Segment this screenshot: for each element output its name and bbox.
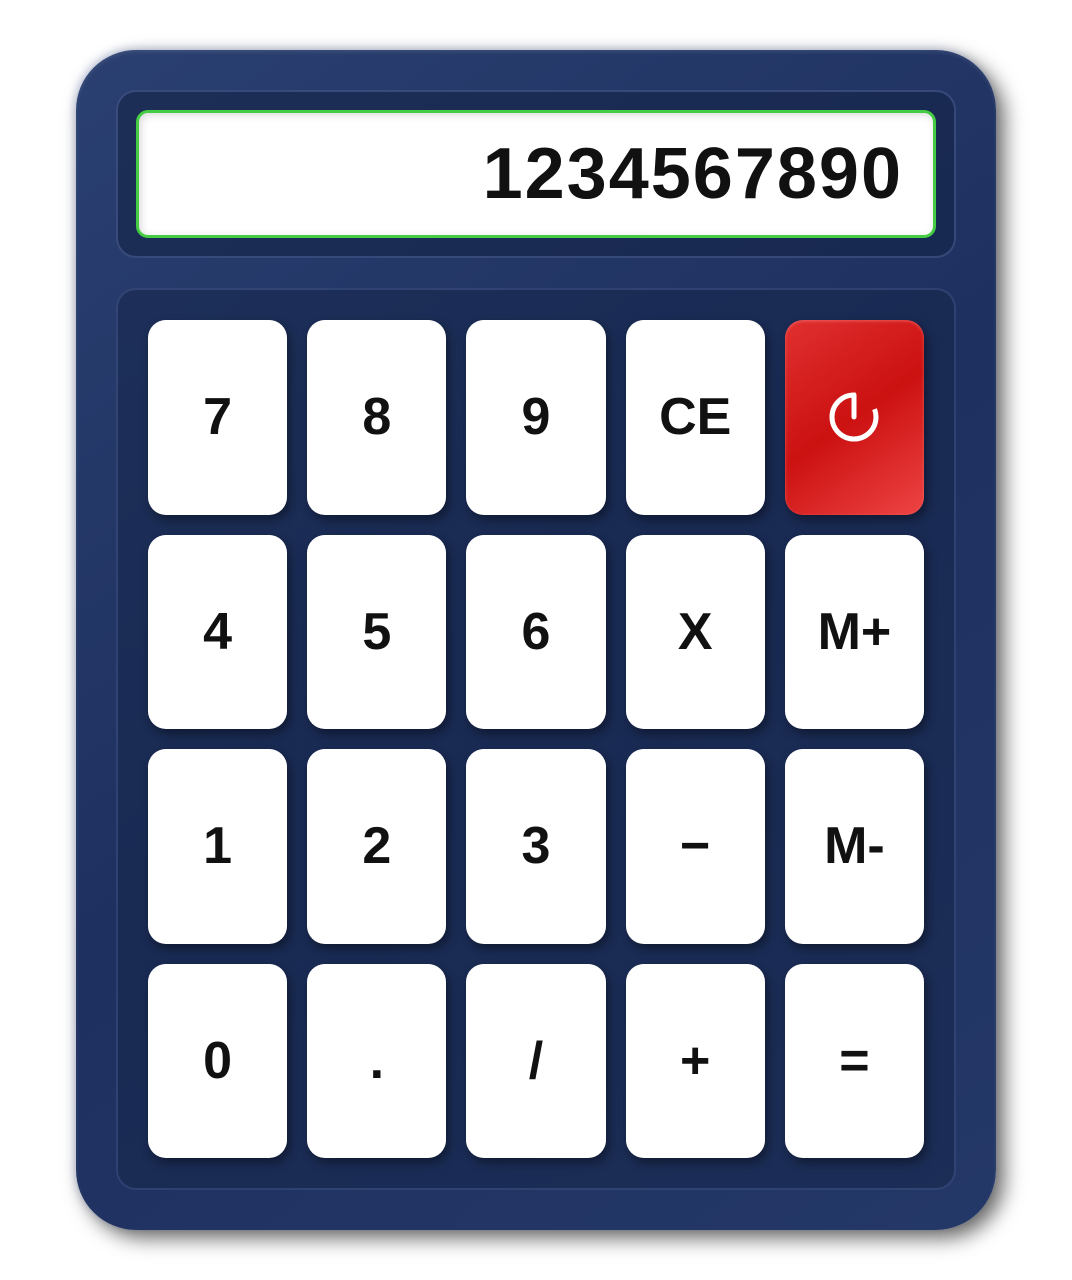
key-7[interactable]: 7 [148,320,287,515]
keypad: 789CE 456XM+123−M-0./+= [116,288,956,1190]
display-screen: 1234567890 [136,110,936,238]
key-ce[interactable]: CE [626,320,765,515]
key-4[interactable]: 4 [148,535,287,730]
key-8[interactable]: 8 [307,320,446,515]
key-subtract[interactable]: − [626,749,765,944]
key-row-2: 123−M- [148,749,924,944]
key-memory-minus[interactable]: M- [785,749,924,944]
key-row-3: 0./+= [148,964,924,1159]
key-1[interactable]: 1 [148,749,287,944]
key-power[interactable] [785,320,924,515]
key-2[interactable]: 2 [307,749,446,944]
key-memory-plus[interactable]: M+ [785,535,924,730]
key-divide[interactable]: / [466,964,605,1159]
key-5[interactable]: 5 [307,535,446,730]
key-multiply[interactable]: X [626,535,765,730]
key-equals[interactable]: = [785,964,924,1159]
display-wrapper: 1234567890 [116,90,956,258]
key-6[interactable]: 6 [466,535,605,730]
key-row-1: 456XM+ [148,535,924,730]
key-add[interactable]: + [626,964,765,1159]
key-9[interactable]: 9 [466,320,605,515]
key-decimal[interactable]: . [307,964,446,1159]
power-icon [824,387,884,447]
key-0[interactable]: 0 [148,964,287,1159]
key-3[interactable]: 3 [466,749,605,944]
calculator: 1234567890 789CE 456XM+123−M-0./+= [76,50,996,1230]
display-value: 1234567890 [483,133,903,215]
key-row-0: 789CE [148,320,924,515]
